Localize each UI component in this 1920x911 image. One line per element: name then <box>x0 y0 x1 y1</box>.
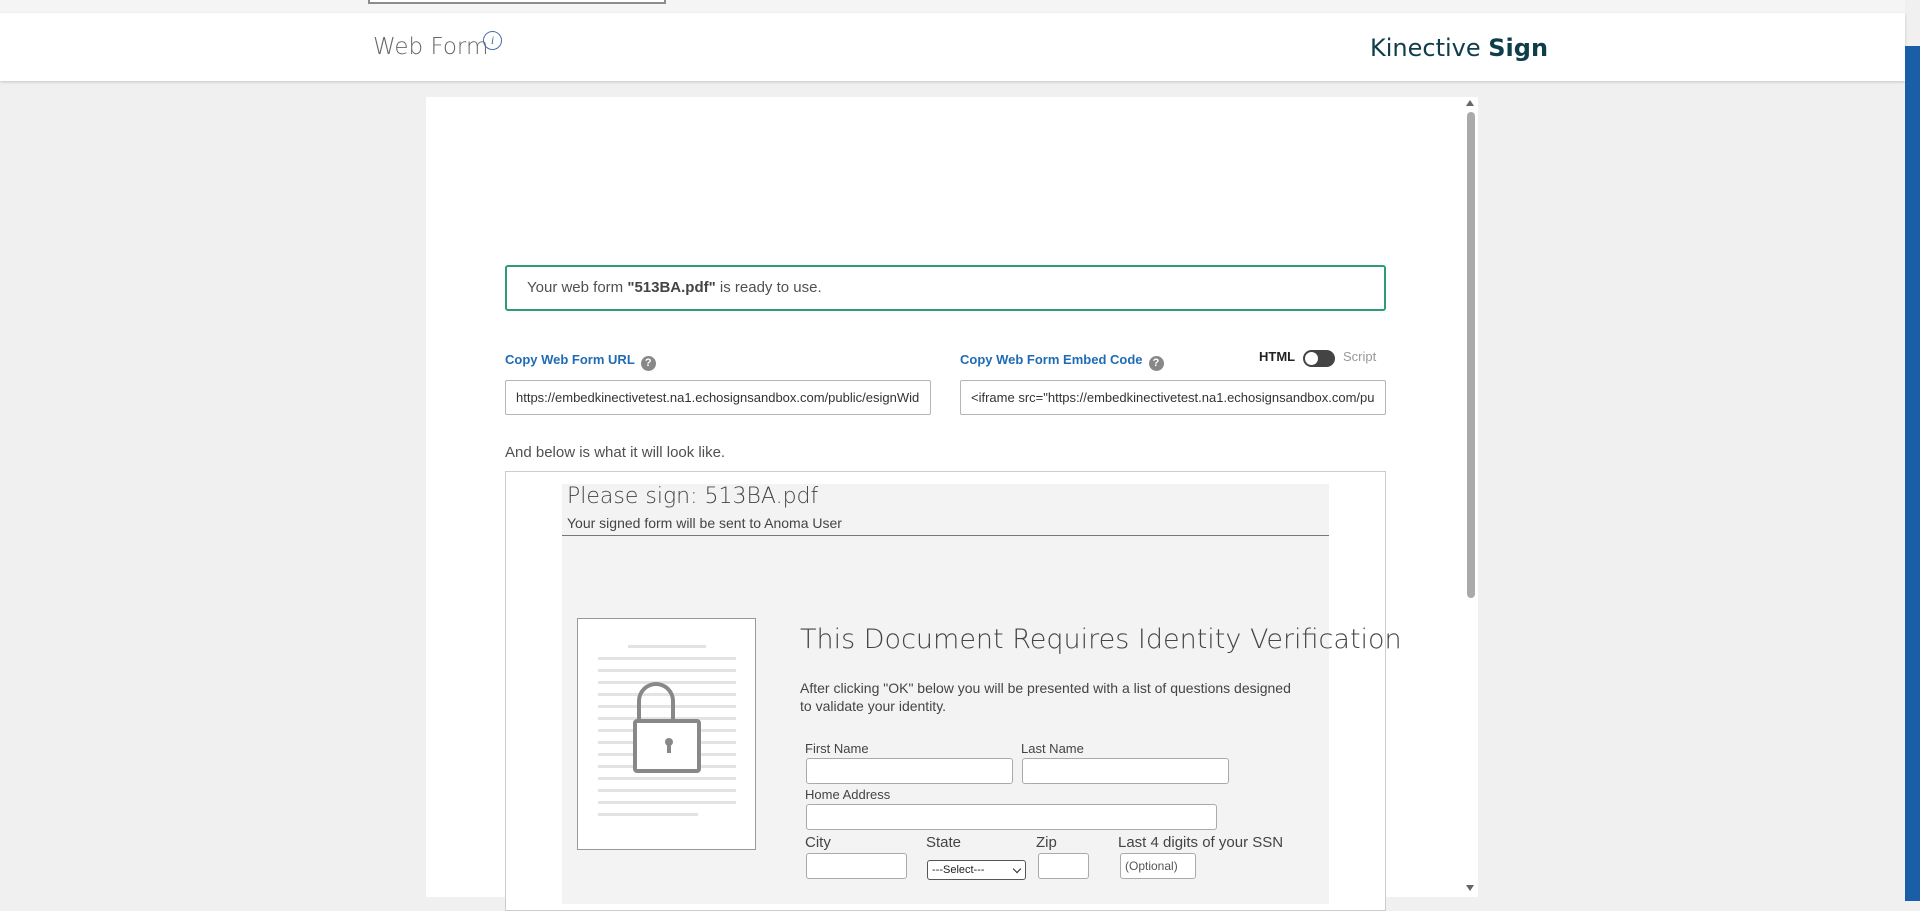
doc-line <box>598 813 698 816</box>
panel-scrollbar[interactable] <box>1463 97 1478 897</box>
brand-logo: Kinective Sign <box>1370 34 1548 62</box>
last-name-input[interactable] <box>1022 758 1229 784</box>
embed-code-input[interactable]: <iframe src="https://embedkinectivetest.… <box>960 380 1386 415</box>
doc-line <box>598 789 736 792</box>
scroll-thumb[interactable] <box>1467 112 1475 598</box>
preview-subtitle: Your signed form will be sent to Anoma U… <box>567 515 842 531</box>
doc-line <box>628 645 706 648</box>
embed-field-label: Copy Web Form Embed Code? <box>960 352 1164 371</box>
city-label: City <box>805 834 831 851</box>
success-filename: "513BA.pdf" <box>627 279 716 296</box>
doc-line <box>598 801 736 804</box>
preview-intro-text: And below is what it will look like. <box>505 444 726 461</box>
doc-line <box>598 681 736 684</box>
preview-title: Please sign: 513BA.pdf <box>567 484 819 509</box>
scroll-up-icon[interactable] <box>1466 100 1474 106</box>
doc-line <box>598 777 736 780</box>
home-address-input[interactable] <box>806 804 1217 830</box>
brand-regular: Kinective <box>1370 34 1481 62</box>
first-name-label: First Name <box>805 741 869 756</box>
ssn-input[interactable]: (Optional) <box>1120 853 1196 879</box>
lock-shackle <box>637 682 675 724</box>
doc-line <box>598 669 736 672</box>
url-label-text: Copy Web Form URL <box>505 352 635 367</box>
embed-label-text: Copy Web Form Embed Code <box>960 352 1143 367</box>
keyhole-stem <box>667 743 671 753</box>
city-input[interactable] <box>806 853 907 879</box>
toggle-html-label: HTML <box>1259 349 1296 364</box>
scroll-down-icon[interactable] <box>1466 885 1474 891</box>
lock-icon <box>633 719 701 773</box>
success-suffix: is ready to use. <box>715 279 822 296</box>
document-thumbnail <box>577 618 756 850</box>
web-form-url-input[interactable]: https://embedkinectivetest.na1.echosigns… <box>505 380 931 415</box>
zip-input[interactable] <box>1038 853 1089 879</box>
brand-bold: Sign <box>1488 34 1549 62</box>
state-select[interactable]: ---Select--- <box>927 860 1026 880</box>
side-accent-bar <box>1905 46 1920 901</box>
embed-help-icon[interactable]: ? <box>1148 356 1164 371</box>
state-label: State <box>926 834 962 851</box>
first-name-input[interactable] <box>806 758 1013 784</box>
identity-heading: This Document Requires Identity Verifica… <box>800 624 1402 655</box>
success-prefix: Your web form <box>527 279 628 296</box>
top-tab[interactable] <box>368 0 666 4</box>
html-script-toggle[interactable] <box>1303 350 1335 367</box>
top-strip <box>0 0 1905 13</box>
identity-description: After clicking "OK" below you will be pr… <box>800 680 1291 714</box>
toggle-script-label: Script <box>1343 349 1377 364</box>
toggle-knob <box>1305 352 1318 365</box>
last-name-label: Last Name <box>1021 741 1084 756</box>
app-header <box>0 13 1905 81</box>
ssn-label: Last 4 digits of your SSN <box>1118 834 1284 851</box>
page-title: Web Form <box>373 34 489 60</box>
chevron-down-icon <box>1012 864 1022 874</box>
preview-divider <box>562 535 1329 536</box>
state-selected-value: ---Select--- <box>932 864 985 876</box>
zip-label: Zip <box>1036 834 1057 851</box>
doc-line <box>598 657 736 660</box>
success-message: Your web form "513BA.pdf" is ready to us… <box>505 265 1386 311</box>
url-field-label: Copy Web Form URL? <box>505 352 656 371</box>
url-help-icon[interactable]: ? <box>640 356 656 371</box>
home-address-label: Home Address <box>805 787 891 802</box>
info-icon[interactable]: i <box>483 31 502 50</box>
